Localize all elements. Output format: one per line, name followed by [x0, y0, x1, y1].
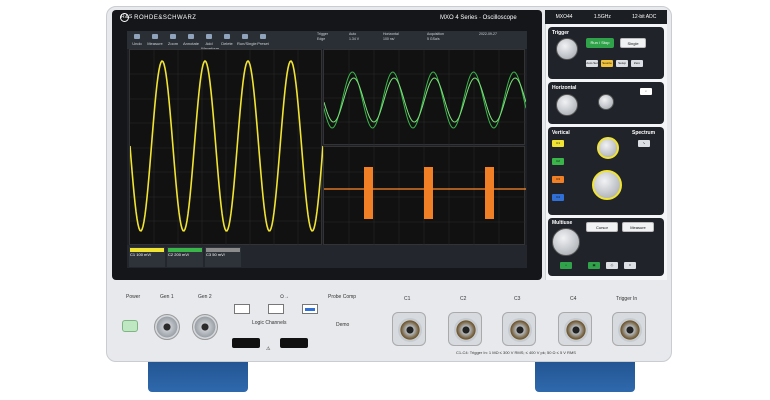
gen2-label: Gen 2	[198, 294, 212, 300]
c4-input-label: C4	[570, 296, 577, 302]
horizontal-info[interactable]: Horizontal 100 ns/	[383, 32, 399, 42]
horizontal-section-label: Horizontal	[552, 85, 577, 91]
trigger-section-label: Trigger	[552, 30, 569, 36]
warning-icon: ⚠	[266, 346, 271, 352]
power-button[interactable]	[122, 320, 138, 332]
c2-waveform	[323, 50, 527, 146]
auto-set-button[interactable]: Auto Set	[586, 60, 598, 67]
setup-button[interactable]: Setup	[616, 60, 628, 67]
c3-name: C3	[206, 252, 212, 257]
horizontal-scale-knob[interactable]	[556, 94, 578, 116]
trigger-level[interactable]: Auto 1.34 V	[349, 32, 359, 42]
date-display: 2022-09-27	[479, 32, 497, 36]
usb3-port[interactable]	[302, 304, 318, 314]
c1-waveform	[129, 50, 324, 246]
toolbar-add-waveform[interactable]: Add Waveform	[201, 32, 219, 51]
toolbar-delete[interactable]: Delete	[219, 32, 235, 48]
toolbar-annotate[interactable]: Annotate	[183, 32, 199, 48]
search-icon[interactable]: ⌕	[640, 88, 652, 95]
brand-logo-icon: R&S	[120, 13, 133, 22]
logic-port-2[interactable]	[280, 338, 308, 348]
toolbar-zoom[interactable]: Zoom	[165, 32, 181, 48]
model-header: MXO44 1.5GHz 12-bit ADC	[545, 10, 667, 24]
brand-label: R&S ROHDE&SCHWARZ	[120, 13, 196, 22]
c3-button[interactable]: C3	[552, 176, 564, 183]
c4-button[interactable]: C4	[552, 194, 564, 201]
usb-icon: ⭘→	[280, 294, 290, 300]
toolbar-run-single[interactable]: Run/Single	[237, 32, 257, 48]
c2-name: C2	[168, 252, 174, 257]
cursor-button[interactable]: Cursor	[586, 222, 618, 232]
bandwidth: 1.5GHz	[593, 14, 611, 20]
acquisition-info[interactable]: Acquisition 5 GSa/s	[427, 32, 444, 42]
plot-c1[interactable]	[129, 49, 324, 246]
channel-bar: C1 100 mV/ C2 200 mV/ C3 50 mV/	[127, 245, 527, 268]
screen[interactable]: Undo Measure Zoom Annotate Add Waveform …	[127, 31, 527, 268]
c2-input-label: C2	[460, 296, 467, 302]
menu-icon[interactable]: ≡	[624, 262, 636, 269]
trigger-mode: Edge	[317, 37, 326, 41]
vertical-position-knob[interactable]	[597, 137, 619, 159]
gen2-connector[interactable]	[192, 314, 218, 340]
logic-channels-label: Logic Channels	[252, 320, 287, 326]
series-label: MXO 4 Series · Oscilloscope	[440, 15, 517, 21]
c2-input[interactable]	[448, 312, 482, 346]
toolbar-undo[interactable]: Undo	[129, 32, 145, 48]
toolbar-measure[interactable]: Measure	[147, 32, 163, 48]
run-stop-button[interactable]: Run / Stop	[586, 38, 614, 48]
channel-box-c1[interactable]: C1 100 mV/	[129, 247, 165, 267]
single-button[interactable]: Single	[620, 38, 646, 48]
horizontal-position-knob[interactable]	[598, 94, 614, 110]
source-button[interactable]: Source	[601, 60, 613, 67]
plot-logic[interactable]	[323, 146, 526, 246]
demo-label: Demo	[336, 322, 350, 328]
brand-name: ROHDE&SCHWARZ	[134, 15, 197, 22]
spectrum-button[interactable]: ∿	[638, 140, 650, 147]
trigger-in-label: Trigger In	[616, 296, 638, 302]
usb-port-2[interactable]	[268, 304, 284, 314]
power-label: Power	[126, 294, 141, 300]
gen1-label: Gen 1	[160, 294, 174, 300]
c1-scale: 100 mV/	[136, 252, 152, 257]
channel-box-c2[interactable]: C2 200 mV/	[167, 247, 203, 267]
channel-box-c3[interactable]: C3 50 mV/	[205, 247, 241, 267]
trigger-in-input[interactable]	[612, 312, 646, 346]
c1-input-label: C1	[404, 296, 411, 302]
c2-button[interactable]: C2	[552, 158, 564, 165]
c1-input[interactable]	[392, 312, 426, 346]
multiuse-knob[interactable]	[552, 228, 580, 256]
adc-resolution: 12-bit ADC	[632, 14, 657, 20]
home-icon[interactable]: ⌂	[560, 262, 572, 269]
logic-waveform	[324, 147, 526, 246]
c1-name: C1	[130, 252, 136, 257]
probe-comp-label: Probe Comp	[328, 294, 357, 300]
usb-port-1[interactable]	[234, 304, 250, 314]
trigger-level-knob[interactable]	[556, 38, 578, 60]
vertical-scale-knob[interactable]	[592, 170, 622, 200]
print-icon[interactable]: ⎙	[606, 262, 618, 269]
save-icon[interactable]: ▣	[588, 262, 600, 269]
acquisition-value: 5 GSa/s	[427, 37, 440, 41]
measure-button[interactable]: Measure	[622, 222, 654, 232]
spectrum-section-label: Spectrum	[632, 130, 656, 136]
multiuse-section-label: Multiuse	[552, 220, 573, 226]
gen1-connector[interactable]	[154, 314, 180, 340]
vertical-section-label: Vertical	[552, 130, 570, 136]
c3-scale: 50 mV/	[212, 252, 225, 257]
c1-button[interactable]: C1	[552, 140, 564, 147]
horizontal-value: 100 ns/	[383, 37, 395, 41]
c3-input[interactable]	[502, 312, 536, 346]
trigger-info[interactable]: Trigger Edge	[317, 32, 328, 42]
trigger-level-value: 1.34 V	[349, 37, 360, 41]
plot-c2[interactable]	[323, 49, 527, 146]
input-warning: C1-C4: Trigger In: 1 MΩ ≤ 300 V RMS; ≤ 4…	[456, 350, 576, 355]
c2-scale: 200 mV/	[174, 252, 190, 257]
c3-input-label: C3	[514, 296, 521, 302]
front-panel: Power Gen 1 Gen 2 ⭘→ Logic Channels ⚠ Pr…	[106, 282, 672, 362]
c4-input[interactable]	[558, 312, 592, 346]
zero-button[interactable]: Zero	[631, 60, 643, 67]
logic-port-1[interactable]	[232, 338, 260, 348]
model-name: MXO44	[555, 14, 573, 20]
toolbar-preset[interactable]: Preset	[255, 32, 271, 48]
